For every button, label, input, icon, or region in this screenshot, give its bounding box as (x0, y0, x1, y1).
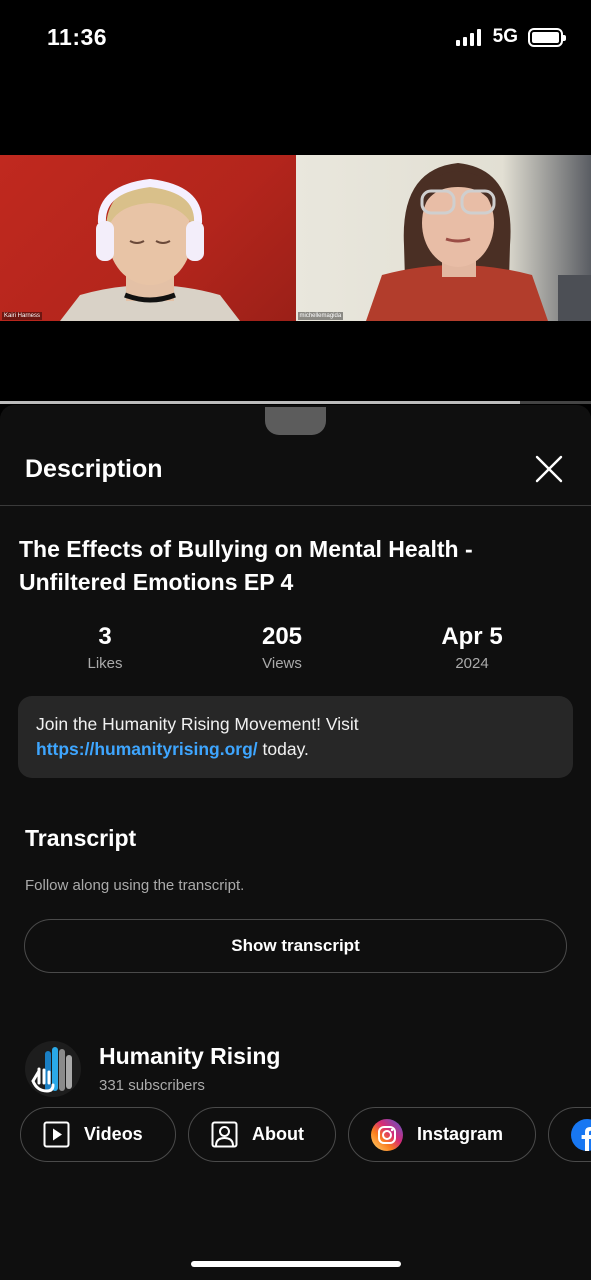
channel-name[interactable]: Humanity Rising (99, 1043, 280, 1070)
stat-value: 3 (98, 623, 112, 650)
channel-links: Videos About Instagram (20, 1107, 591, 1163)
stat-label: Views (262, 655, 302, 672)
video-pane-left: Kairi Harness (0, 155, 296, 321)
play-box-icon (43, 1121, 70, 1148)
sheet-title: Description (25, 455, 163, 483)
stat-value: 205 (261, 623, 303, 650)
participant-right-figure (365, 163, 591, 321)
description-text-end: today. (257, 739, 309, 759)
transcript-title: Transcript (25, 825, 137, 851)
video-progress-bar[interactable] (0, 401, 591, 404)
videos-button[interactable]: Videos (20, 1107, 176, 1162)
channel-subscribers: 331 subscribers (99, 1077, 205, 1094)
instagram-label: Instagram (417, 1124, 504, 1144)
videos-label: Videos (84, 1124, 143, 1144)
cellular-signal-icon (455, 28, 481, 46)
sheet-drag-handle[interactable] (265, 407, 326, 435)
show-transcript-button[interactable]: Show transcript (24, 919, 567, 973)
about-button[interactable]: About (188, 1107, 336, 1162)
video-stats: 3 Likes 205 Views Apr 5 2024 (0, 623, 591, 683)
instagram-icon (371, 1118, 403, 1151)
battery-icon (528, 27, 566, 47)
status-indicators: 5G (455, 26, 566, 48)
instagram-button[interactable]: Instagram (348, 1107, 536, 1162)
video-pane-right: michellemagida (295, 155, 591, 321)
video-progress-played (0, 401, 521, 404)
stat-label: Likes (87, 655, 123, 672)
description-box: Join the Humanity Rising Movement! Visit… (18, 696, 573, 778)
stat-views: 205 Views (202, 623, 362, 672)
transcript-subtitle: Follow along using the transcript. (25, 877, 245, 894)
description-sheet: Description The Effects of Bullying on M… (0, 405, 591, 1280)
stat-date: Apr 5 2024 (392, 623, 552, 672)
facebook-button[interactable] (548, 1107, 591, 1162)
channel-row[interactable]: Humanity Rising 331 subscribers (25, 1039, 585, 1099)
video-title: The Effects of Bullying on Mental Health… (19, 536, 473, 595)
status-bar: 11:36 5G (0, 0, 591, 76)
network-type: 5G (492, 26, 518, 47)
facebook-icon (571, 1118, 591, 1151)
description-link[interactable]: https://humanityrising.org/ (36, 739, 258, 759)
channel-avatar[interactable] (25, 1041, 81, 1097)
status-time: 11:36 (47, 24, 108, 50)
close-icon[interactable] (533, 453, 565, 485)
participant-name-right: michellemagida (297, 312, 344, 320)
stat-likes: 3 Likes (25, 623, 185, 672)
humanity-rising-logo (31, 1047, 72, 1093)
video-player[interactable]: Kairi Harness michellemagida (0, 155, 591, 321)
participant-left-figure (60, 178, 240, 321)
participant-name-left: Kairi Harness (2, 312, 43, 320)
divider (0, 505, 591, 506)
description-text: Join the Humanity Rising Movement! Visit (36, 714, 359, 734)
stat-label: 2024 (455, 655, 489, 672)
person-box-icon (211, 1121, 238, 1148)
home-indicator[interactable] (191, 1261, 401, 1267)
about-label: About (252, 1124, 304, 1144)
stat-value: Apr 5 (441, 623, 503, 650)
